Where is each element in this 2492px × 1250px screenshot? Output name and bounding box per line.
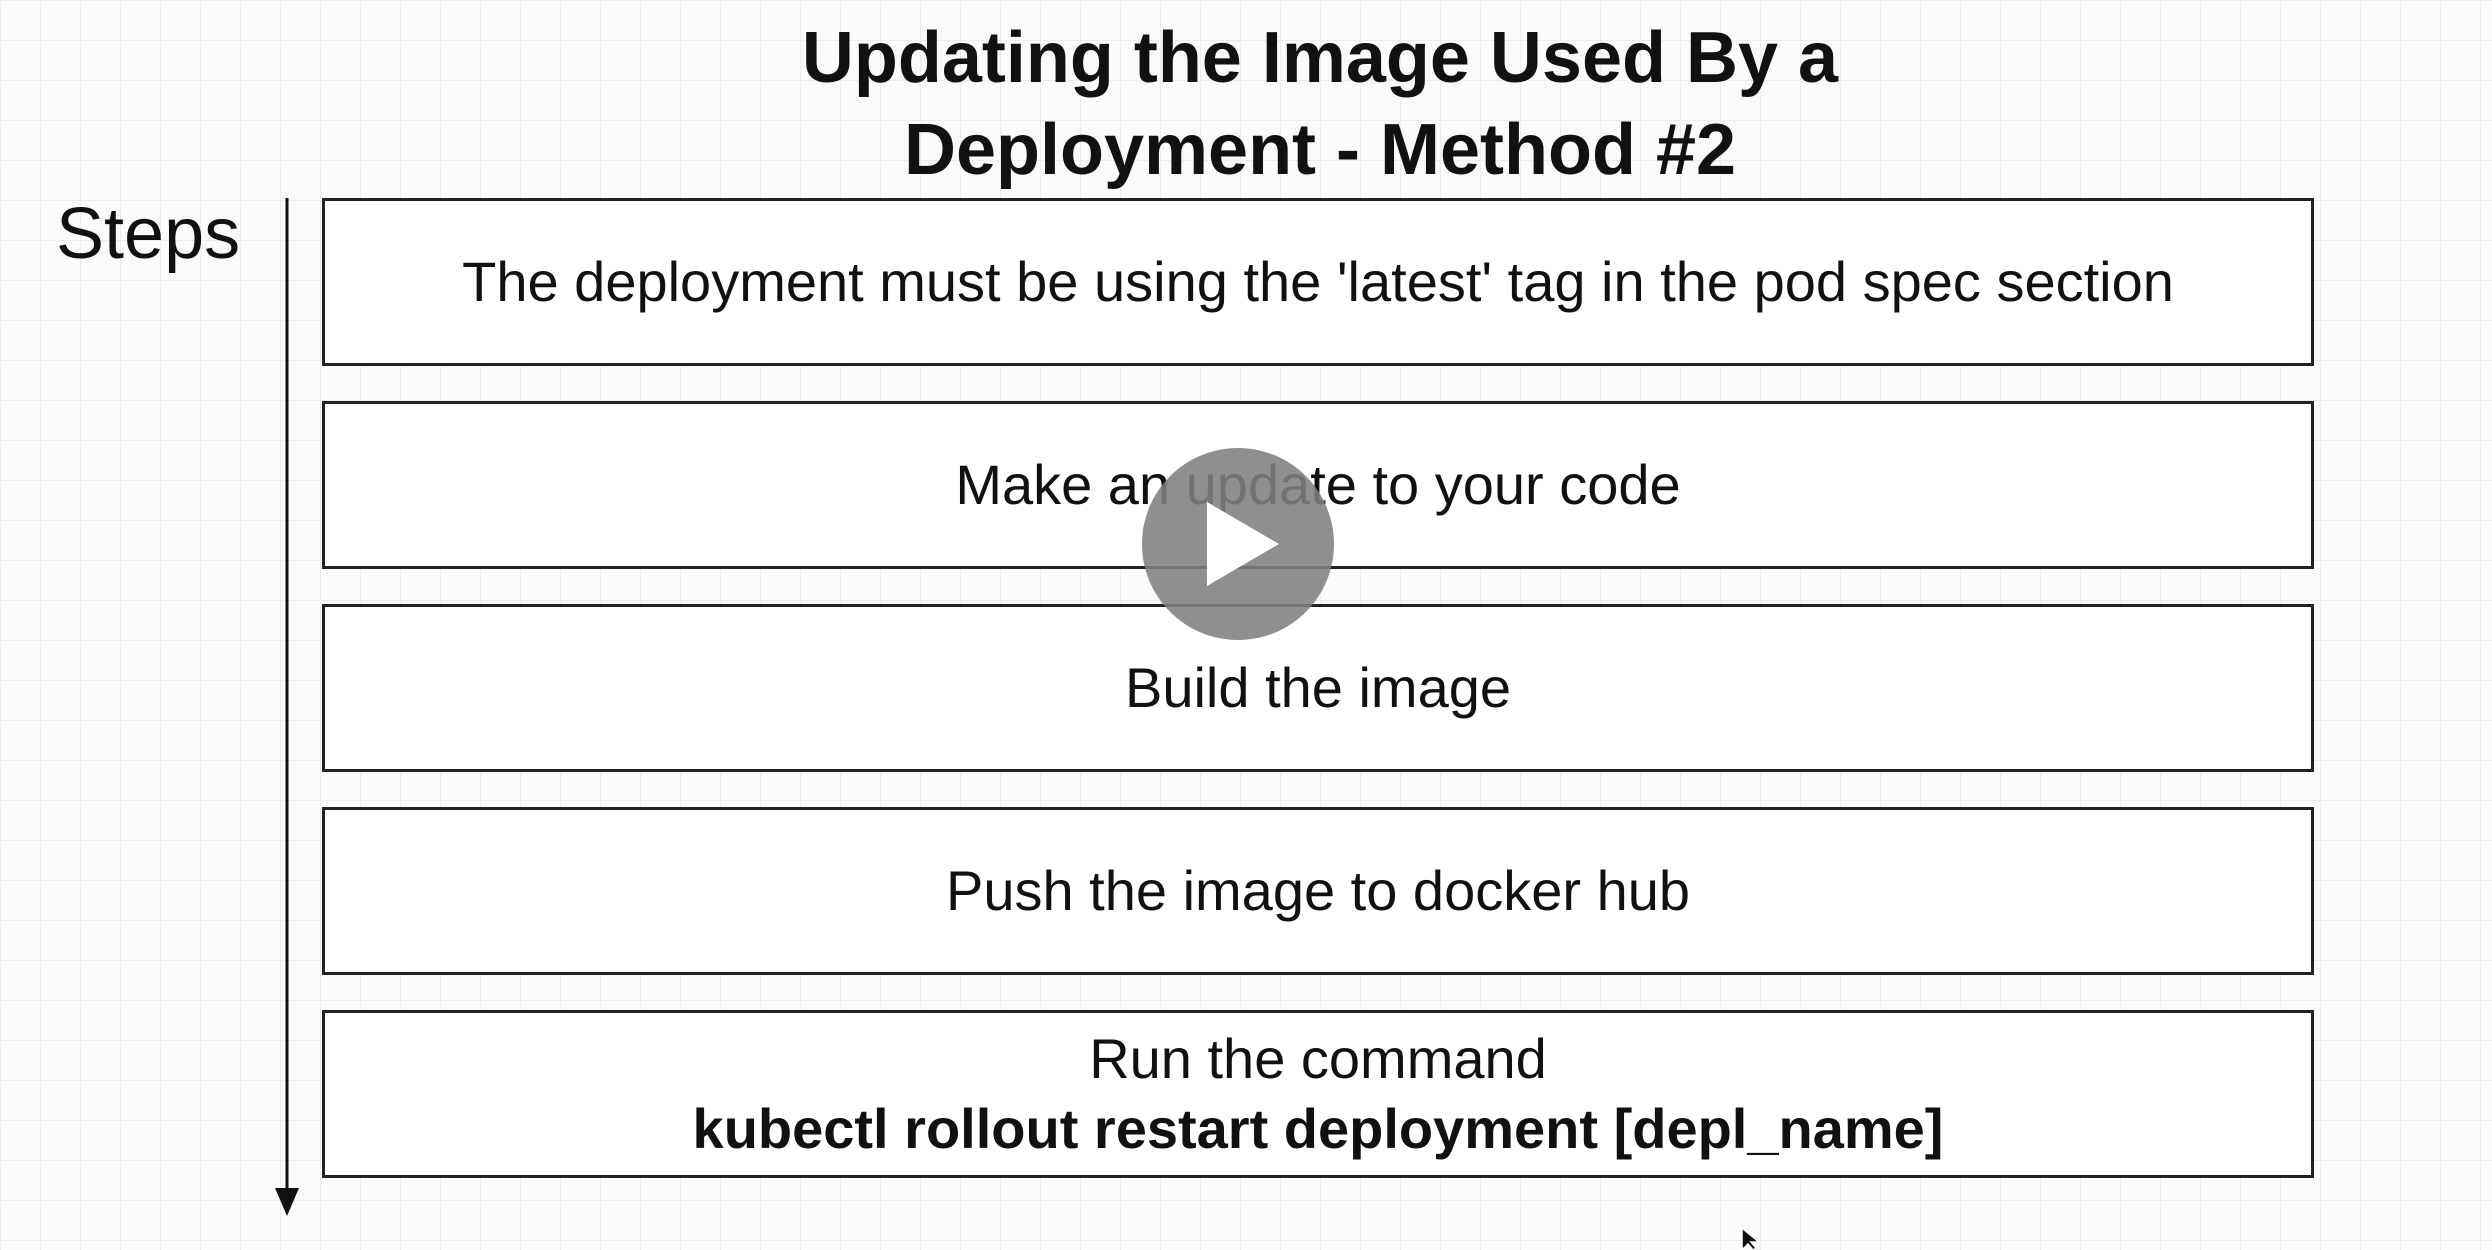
title-line-2: Deployment - Method #2 [903,110,1737,190]
step-text: Build the image [1124,656,1511,719]
title-line-1: Updating the Image Used By a [801,18,1839,98]
play-icon [1207,502,1279,586]
steps-label: Steps [56,194,241,274]
step-box-3: Build the image [322,604,2314,772]
step-box-4: Push the image to docker hub [322,807,2314,975]
step-text: Run the command [1089,1027,1547,1090]
mouse-cursor-icon [1741,1228,1762,1250]
step-command: kubectl rollout restart deployment [depl… [692,1097,1944,1160]
step-text: Push the image to docker hub [945,859,1691,922]
down-arrow-icon [275,198,299,1216]
play-button[interactable] [1142,448,1334,640]
step-box-5: Run the command kubectl rollout restart … [322,1010,2314,1178]
diagram-title: Updating the Image Used By a Deployment … [560,12,2080,196]
step-text: The deployment must be using the 'latest… [462,250,2174,313]
step-box-1: The deployment must be using the 'latest… [322,198,2314,366]
